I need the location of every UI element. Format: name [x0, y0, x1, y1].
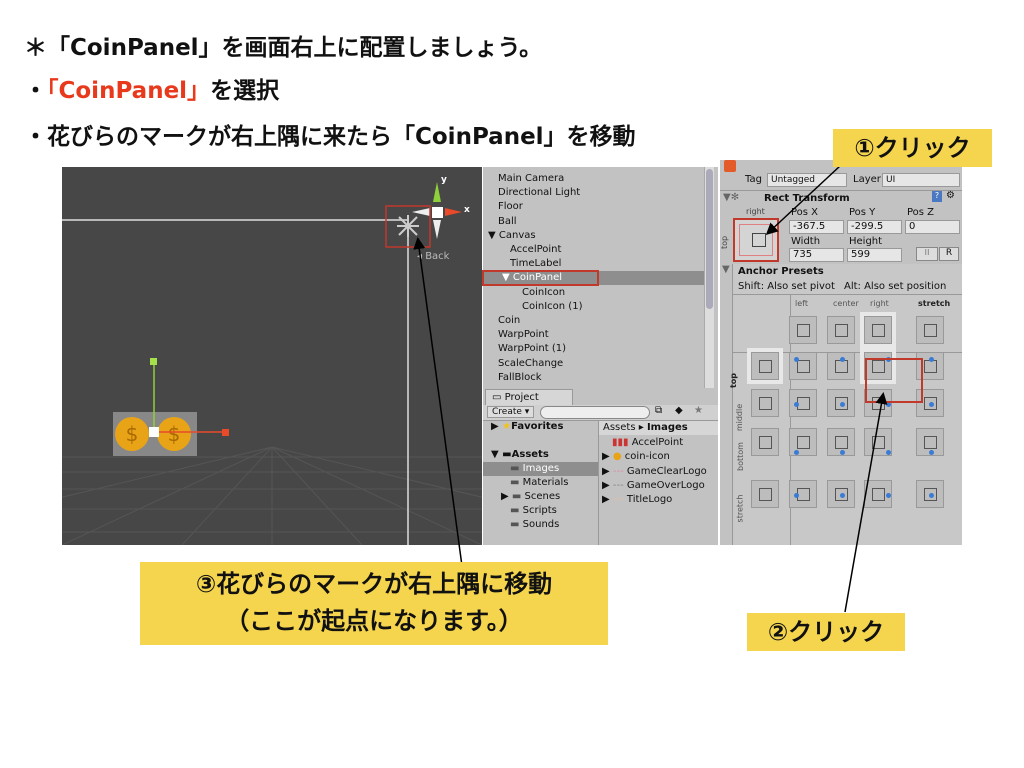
note-click-1: ①クリック	[833, 129, 992, 167]
note-click-2: ②クリック	[747, 613, 905, 651]
annotation-arrows	[413, 165, 888, 613]
note-move-3: ③花びらのマークが右上隅に移動 （ここが起点になります。）	[140, 562, 608, 645]
note-move-3-line1: ③花びらのマークが右上隅に移動	[195, 570, 553, 598]
note-move-3-line2: （ここが起点になります。）	[225, 607, 523, 635]
